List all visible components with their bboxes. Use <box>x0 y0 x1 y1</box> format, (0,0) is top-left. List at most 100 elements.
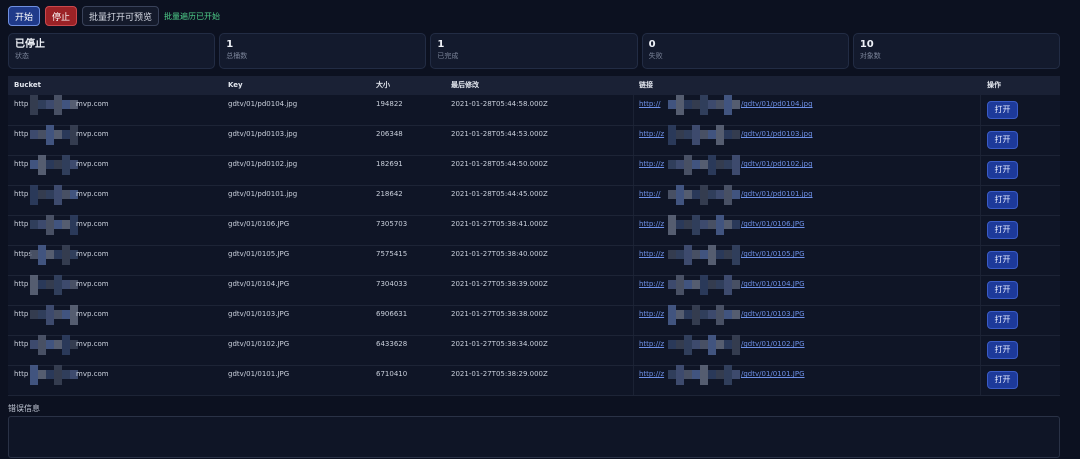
start-button[interactable]: 开始 <box>8 6 41 26</box>
redacted-block <box>38 130 46 139</box>
table-row: http mvp.com gdtv/01/pd0103.jpg 206348 2021-… <box>8 125 1060 156</box>
link-suffix[interactable]: /gdtv/01/pd0104.jpg <box>741 95 813 113</box>
redacted-block <box>692 305 700 325</box>
redacted-block <box>30 130 38 139</box>
link-prefix[interactable]: http://z <box>639 275 664 293</box>
redacted-block <box>684 335 692 355</box>
redacted-block <box>30 160 38 169</box>
open-button[interactable]: 打开 <box>987 161 1018 179</box>
redacted-block <box>676 220 684 229</box>
open-button[interactable]: 打开 <box>987 311 1018 329</box>
column-header-last-modified: 最后修改 <box>451 81 479 89</box>
redacted-block <box>54 310 62 319</box>
open-button[interactable]: 打开 <box>987 281 1018 299</box>
redacted-block <box>30 220 38 229</box>
redacted-block <box>676 340 684 349</box>
link-suffix[interactable]: /gdtv/01/pd0102.jpg <box>741 155 813 173</box>
redacted-block <box>62 310 70 319</box>
table-row: https mvp.com gdtv/01/0105.JPG 7575415 2021-… <box>8 245 1060 276</box>
table-row: http mvp.com gdtv/01/0102.JPG 6433628 2021-0… <box>8 335 1060 366</box>
link-suffix[interactable]: /gdtv/01/0105.JPG <box>741 245 805 263</box>
redacted-block <box>724 160 732 169</box>
stat-card-object-count: 10 对象数 <box>852 33 1061 69</box>
link-suffix[interactable]: /gdtv/01/0104.JPG <box>741 275 805 293</box>
link-suffix[interactable]: /gdtv/01/0102.JPG <box>741 335 805 353</box>
stat-label: 状态 <box>15 52 29 60</box>
redacted-block <box>30 95 38 115</box>
link-prefix[interactable]: http://z <box>639 335 664 353</box>
redacted-block <box>708 280 716 289</box>
stat-label: 总桶数 <box>226 52 248 60</box>
redacted-block <box>700 160 708 169</box>
redacted-block <box>30 365 38 385</box>
redacted-block <box>708 155 716 175</box>
redacted-block <box>54 95 62 115</box>
stop-button[interactable]: 停止 <box>45 6 78 26</box>
objects-table: Bucket Key 大小 最后修改 链接 操作 http mvp.com gdtv… <box>8 76 1060 396</box>
link-suffix[interactable]: /gdtv/01/0103.JPG <box>741 305 805 323</box>
redacted-block <box>684 220 692 229</box>
open-button[interactable]: 打开 <box>987 251 1018 269</box>
last-modified-cell: 2021-01-27T05:38:39.000Z <box>451 280 548 288</box>
redacted-block <box>38 280 46 289</box>
link-suffix[interactable]: /gdtv/01/0106.JPG <box>741 215 805 233</box>
size-cell: 6433628 <box>376 340 408 348</box>
link-prefix[interactable]: http:// <box>639 185 660 203</box>
redacted-block <box>676 95 684 115</box>
open-button[interactable]: 打开 <box>987 131 1018 149</box>
link-prefix[interactable]: http:// <box>639 95 660 113</box>
table-row: http mvp.com gdtv/01/0106.JPG 7305703 2021-0… <box>8 215 1060 246</box>
open-button[interactable]: 打开 <box>987 191 1018 209</box>
redacted-block <box>708 220 716 229</box>
bucket-cell-suffix: mvp.com <box>76 130 109 138</box>
key-cell: gdtv/01/0104.JPG <box>228 280 290 288</box>
link-prefix[interactable]: http://z <box>639 365 664 383</box>
size-cell: 7575415 <box>376 250 408 258</box>
redacted-block <box>692 160 700 169</box>
open-button[interactable]: 打开 <box>987 341 1018 359</box>
link-suffix[interactable]: /gdtv/01/0101.JPG <box>741 365 805 383</box>
redacted-block <box>62 155 70 175</box>
stat-card-failed: 0 失败 <box>641 33 849 69</box>
link-prefix[interactable]: http://z <box>639 305 664 323</box>
redacted-block <box>700 275 708 295</box>
link-suffix[interactable]: /gdtv/01/pd0101.jpg <box>741 185 813 203</box>
bucket-cell-prefix: http <box>14 130 29 138</box>
bucket-cell-suffix: mvp.com <box>76 370 109 378</box>
redacted-block <box>62 220 70 229</box>
bucket-cell-suffix: mvp.com <box>76 250 109 258</box>
redacted-block <box>684 245 692 265</box>
batch-open-preview-button[interactable]: 批量打开可预览 <box>82 6 160 26</box>
redacted-block <box>716 100 724 109</box>
redacted-block <box>668 250 676 259</box>
key-cell: gdtv/01/0102.JPG <box>228 340 290 348</box>
open-button[interactable]: 打开 <box>987 101 1018 119</box>
link-suffix[interactable]: /gdtv/01/pd0103.jpg <box>741 125 813 143</box>
redacted-block <box>684 310 692 319</box>
bucket-cell-prefix: http <box>14 160 29 168</box>
link-prefix[interactable]: http://z <box>639 125 664 143</box>
redacted-block <box>46 125 54 145</box>
redacted-block <box>30 185 38 205</box>
open-button[interactable]: 打开 <box>987 371 1018 389</box>
error-info-textarea[interactable] <box>8 416 1060 458</box>
link-prefix[interactable]: http://z <box>639 245 664 263</box>
redacted-block <box>700 310 708 319</box>
stat-card-total-buckets: 1 总桶数 <box>219 33 427 69</box>
redacted-block <box>38 190 46 199</box>
redacted-block <box>724 365 732 385</box>
redacted-block <box>692 125 700 145</box>
redacted-block <box>676 130 684 139</box>
link-prefix[interactable]: http://z <box>639 215 664 233</box>
redacted-block <box>30 340 38 349</box>
redacted-block <box>732 190 740 199</box>
link-prefix[interactable]: http://z <box>639 155 664 173</box>
stat-label: 对象数 <box>859 52 881 60</box>
redacted-block <box>676 160 684 169</box>
redacted-block <box>692 370 700 379</box>
open-button[interactable]: 打开 <box>987 221 1018 239</box>
size-cell: 6906631 <box>376 310 408 318</box>
last-modified-cell: 2021-01-27T05:38:34.000Z <box>451 340 548 348</box>
redacted-block <box>46 100 54 109</box>
redacted-block <box>692 215 700 235</box>
